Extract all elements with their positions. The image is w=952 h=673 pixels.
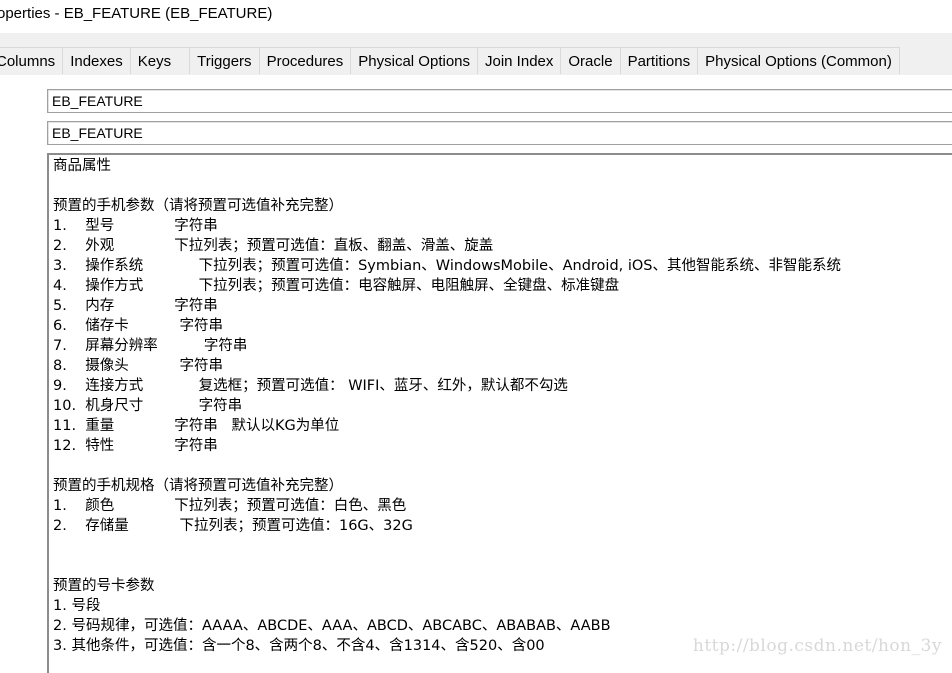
comment-line: 11. 重量 字符串 默认以KG为单位 bbox=[53, 418, 340, 434]
comment-line: 10. 机身尺寸 字符串 bbox=[53, 398, 243, 414]
tab-physical-options-common[interactable]: Physical Options (Common) bbox=[698, 47, 900, 74]
tab-strip: Columns Indexes Keys Triggers Procedures… bbox=[0, 33, 952, 75]
comment-line: 2. 外观 下拉列表；预置可选值：直板、翻盖、滑盖、旋盖 bbox=[53, 238, 494, 254]
comment-line: 2. 号码规律，可选值：AAAA、ABCDE、AAA、ABCD、ABCABC、A… bbox=[53, 618, 611, 634]
comment-line bbox=[53, 456, 952, 476]
comment-line: 预置的手机参数（请将预置可选值补充完整） bbox=[53, 198, 343, 214]
comment-textarea[interactable]: 商品属性预置的手机参数（请将预置可选值补充完整） 1. 型号 字符串 2. 外观 下… bbox=[47, 153, 952, 673]
comment-line: 9. 连接方式 复选框；预置可选值： WIFI、蓝牙、红外，默认都不勾选 bbox=[53, 378, 568, 394]
comment-line: 12. 特性 字符串 bbox=[53, 438, 218, 454]
tab-procedures[interactable]: Procedures bbox=[259, 47, 352, 74]
comment-line: 7. 屏幕分辨率 字符串 bbox=[53, 338, 248, 354]
code-input[interactable]: EB_FEATURE bbox=[47, 121, 952, 145]
comment-line: 1. 颜色 下拉列表；预置可选值：白色、黑色 bbox=[53, 498, 407, 514]
comment-line: 3. 操作系统 下拉列表；预置可选值：Symbian、WindowsMobile… bbox=[53, 258, 842, 274]
tab-partitions[interactable]: Partitions bbox=[620, 47, 699, 74]
properties-panel: EB_FEATURE EB_FEATURE 商品属性预置的手机参数（请将预置可选… bbox=[0, 75, 952, 673]
comment-line bbox=[53, 176, 952, 196]
tab-join-index[interactable]: Join Index bbox=[478, 47, 562, 74]
tab-columns[interactable]: Columns bbox=[0, 47, 64, 74]
title-bar: operties - EB_FEATURE (EB_FEATURE) bbox=[0, 0, 952, 33]
comment-line: 2. 存储量 下拉列表；预置可选值：16G、32G bbox=[53, 518, 413, 534]
comment-line bbox=[53, 536, 952, 556]
comment-line: 预置的手机规格（请将预置可选值补充完整） bbox=[53, 478, 343, 494]
comment-line: 预置的号卡参数 bbox=[53, 578, 155, 594]
comment-line: 5. 内存 字符串 bbox=[53, 298, 218, 314]
window-title: operties - EB_FEATURE (EB_FEATURE) bbox=[0, 5, 273, 22]
comment-line: 4. 操作方式 下拉列表；预置可选值：电容触屏、电阻触屏、全键盘、标准键盘 bbox=[53, 278, 620, 294]
comment-line: 1. 型号 字符串 bbox=[53, 218, 218, 234]
tab-oracle[interactable]: Oracle bbox=[561, 47, 621, 74]
tab-physical-options[interactable]: Physical Options bbox=[351, 47, 478, 74]
comment-line bbox=[53, 556, 952, 576]
comment-line: 1. 号段 bbox=[53, 598, 101, 614]
comment-line: 商品属性 bbox=[53, 158, 111, 174]
watermark: http://blog.csdn.net/hon_3y bbox=[692, 636, 942, 656]
tab-keys[interactable]: Keys bbox=[130, 47, 191, 74]
comment-line: 8. 摄像头 字符串 bbox=[53, 358, 223, 374]
tab-list: Columns Indexes Keys Triggers Procedures… bbox=[0, 47, 900, 75]
tab-triggers[interactable]: Triggers bbox=[190, 47, 260, 74]
name-input[interactable]: EB_FEATURE bbox=[47, 89, 952, 113]
comment-line: 6. 储存卡 字符串 bbox=[53, 318, 223, 334]
tab-indexes[interactable]: Indexes bbox=[63, 47, 131, 74]
